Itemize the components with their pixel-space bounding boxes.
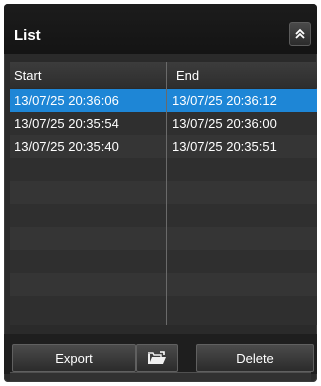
- empty-row: [10, 158, 317, 181]
- empty-row: [10, 181, 317, 204]
- panel-title: List: [14, 27, 41, 44]
- open-folder-button[interactable]: [136, 344, 178, 372]
- column-header-end[interactable]: End: [176, 68, 199, 83]
- cell-start: 13/07/25 20:35:54: [14, 116, 119, 131]
- table-row[interactable]: 13/07/25 20:35:40 13/07/25 20:35:51: [10, 135, 317, 158]
- export-button[interactable]: Export: [12, 344, 136, 372]
- cell-end: 13/07/25 20:35:51: [172, 139, 277, 154]
- status-strip: [10, 372, 311, 381]
- list-panel: List Start End 13/07/25 20:36:06 13/07/2…: [4, 4, 317, 382]
- cell-start: 13/07/25 20:35:40: [14, 139, 119, 154]
- empty-row: [10, 227, 317, 250]
- table-row[interactable]: 13/07/25 20:35:54 13/07/25 20:36:00: [10, 112, 317, 135]
- cell-end: 13/07/25 20:36:12: [172, 93, 277, 108]
- column-divider: [166, 62, 167, 325]
- table-header: Start End: [10, 62, 317, 88]
- column-header-start[interactable]: Start: [14, 68, 41, 83]
- empty-row: [10, 273, 317, 296]
- empty-row: [10, 204, 317, 227]
- table-body: 13/07/25 20:36:06 13/07/25 20:36:12 13/0…: [10, 89, 317, 325]
- cell-start: 13/07/25 20:36:06: [14, 93, 119, 108]
- collapse-button[interactable]: [289, 22, 311, 46]
- cell-end: 13/07/25 20:36:00: [172, 116, 277, 131]
- toolbar: Export Delete: [4, 334, 317, 374]
- double-chevron-up-icon: [295, 28, 305, 39]
- delete-button[interactable]: Delete: [196, 344, 314, 372]
- empty-row: [10, 250, 317, 273]
- table-row[interactable]: 13/07/25 20:36:06 13/07/25 20:36:12: [10, 89, 317, 112]
- folder-open-icon: [148, 351, 166, 364]
- title-bar: List: [4, 4, 317, 54]
- empty-row: [10, 296, 317, 319]
